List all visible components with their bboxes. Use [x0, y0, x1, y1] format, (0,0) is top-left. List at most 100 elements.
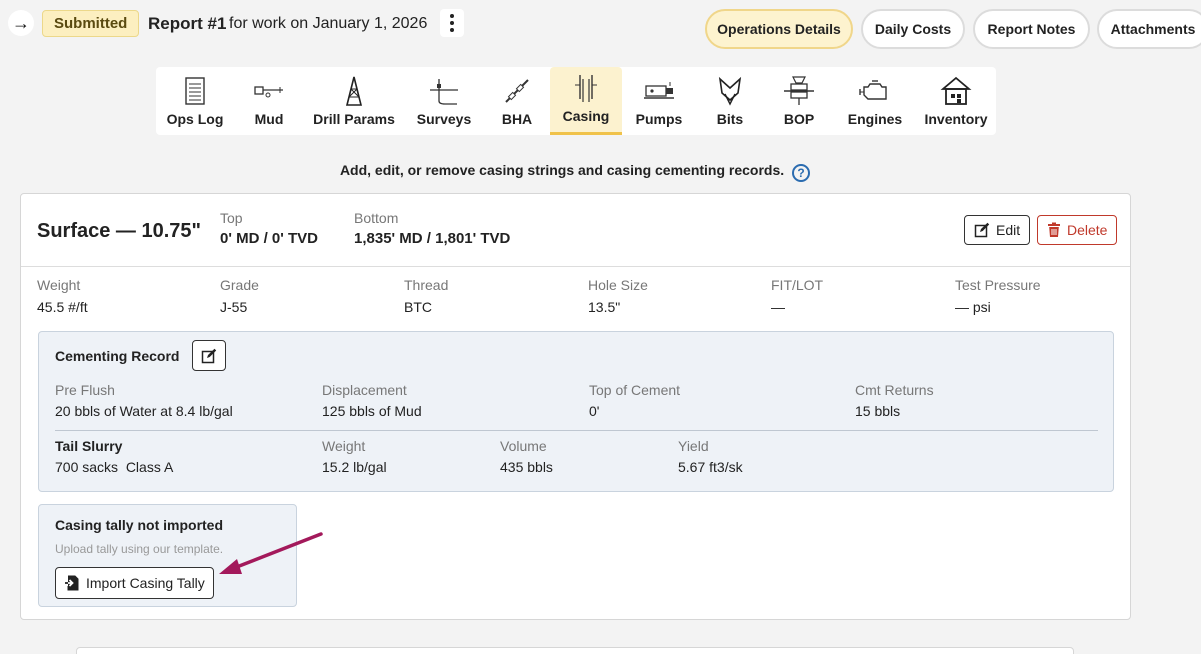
- field-label: Test Pressure: [955, 277, 1041, 293]
- field-value: 20 bbls of Water at 8.4 lb/gal: [55, 403, 233, 419]
- toolbar-item-label: BOP: [783, 111, 815, 127]
- field-label: Cmt Returns: [855, 382, 934, 398]
- toolbar-item-label: Ops Log: [166, 111, 224, 127]
- field-label: Top of Cement: [589, 382, 681, 398]
- report-title: Report #1: [148, 14, 227, 33]
- field-label: Thread: [404, 277, 449, 293]
- toolbar-item-ops-log[interactable]: Ops Log: [156, 67, 234, 135]
- toolbar-item-label: Mud: [254, 111, 284, 127]
- field-value: 0': [589, 403, 600, 419]
- tab-daily-costs[interactable]: Daily Costs: [861, 9, 965, 49]
- cementing-title: Cementing Record: [55, 348, 180, 364]
- field-value: BTC: [404, 299, 432, 315]
- toolbar-item-bop[interactable]: BOP: [764, 67, 834, 135]
- annotation-arrow-icon: [219, 532, 323, 574]
- prop-fit-lot: FIT/LOT —: [771, 277, 823, 315]
- help-icon[interactable]: ?: [792, 164, 811, 182]
- field-value: 1,835' MD / 1,801' TVD: [354, 230, 511, 247]
- tab-attachments[interactable]: Attachments: [1097, 9, 1201, 49]
- page-hint: Add, edit, or remove casing strings and …: [0, 162, 1150, 182]
- toolbar-item-label: Engines: [847, 111, 903, 127]
- prop-grade: Grade J-55: [220, 277, 259, 315]
- field-value: 13.5": [588, 299, 621, 315]
- field-value: 5.67 ft3/sk: [678, 459, 743, 475]
- bop-icon: [781, 75, 817, 107]
- toolbar-item-pumps[interactable]: Pumps: [622, 67, 696, 135]
- tail-slurry-label: Tail Slurry: [55, 438, 123, 454]
- drill-params-icon: [336, 75, 372, 107]
- toolbar-item-bha[interactable]: BHA: [484, 67, 550, 135]
- casing-card-header: Surface — 10.75" Top 0' MD / 0' TVD Bott…: [21, 194, 1130, 267]
- toolbar-item-label: Inventory: [924, 111, 988, 127]
- field-label: FIT/LOT: [771, 277, 824, 293]
- casing-icon: [568, 72, 604, 104]
- more-options-icon[interactable]: [440, 9, 464, 37]
- tab-operations-details[interactable]: Operations Details: [705, 9, 853, 49]
- next-casing-card: [76, 647, 1074, 654]
- delete-casing-button[interactable]: Delete: [1037, 215, 1118, 245]
- toolbar-item-inventory[interactable]: Inventory: [916, 67, 996, 135]
- tail-slurry: Tail Slurry 700 sacks Class A: [55, 438, 173, 475]
- inventory-icon: [938, 75, 974, 107]
- field-value: 15.2 lb/gal: [322, 459, 387, 475]
- field-value: — psi: [955, 299, 991, 315]
- import-casing-tally-button[interactable]: Import Casing Tally: [55, 567, 214, 599]
- casing-title: Surface — 10.75": [37, 220, 202, 242]
- casing-card: Surface — 10.75" Top 0' MD / 0' TVD Bott…: [20, 193, 1131, 620]
- cement-pre-flush: Pre Flush 20 bbls of Water at 8.4 lb/gal: [55, 382, 233, 419]
- field-label: Grade: [220, 277, 259, 293]
- field-value: J-55: [220, 299, 248, 315]
- edit-icon: [201, 348, 217, 363]
- tail-weight: Weight 15.2 lb/gal: [322, 438, 387, 475]
- prop-weight: Weight 45.5 #/ft: [37, 277, 88, 315]
- cementing-record: Cementing Record Pre Flush 20 bbls of Wa…: [38, 331, 1114, 492]
- prop-hole-size: Hole Size 13.5": [588, 277, 648, 315]
- field-value: 45.5 #/ft: [37, 299, 88, 315]
- toolbar-item-label: Drill Params: [313, 111, 395, 127]
- field-value: 0' MD / 0' TVD: [220, 230, 318, 247]
- top-bar: → Submitted Report #1 for work on Januar…: [0, 0, 1201, 64]
- field-label: Volume: [500, 438, 547, 454]
- field-label: Weight: [322, 438, 366, 454]
- toolbar-item-casing[interactable]: Casing: [550, 67, 622, 135]
- toolbar-item-mud[interactable]: Mud: [234, 67, 304, 135]
- toolbar-item-drill-params[interactable]: Drill Params: [304, 67, 404, 135]
- edit-cementing-button[interactable]: [192, 340, 226, 371]
- toolbar-item-label: BHA: [501, 111, 533, 127]
- field-value: 435 bbls: [500, 459, 553, 475]
- trash-icon: [1048, 222, 1060, 237]
- prop-test-pressure: Test Pressure — psi: [955, 277, 1041, 315]
- cement-returns: Cmt Returns 15 bbls: [855, 382, 934, 419]
- tail-volume: Volume 435 bbls: [500, 438, 553, 475]
- tally-note: Upload tally using our template.: [55, 542, 224, 556]
- field-value: 15 bbls: [855, 403, 901, 419]
- cement-displacement: Displacement 125 bbls of Mud: [322, 382, 422, 419]
- field-label: Displacement: [322, 382, 407, 398]
- field-label: Pre Flush: [55, 382, 115, 398]
- surveys-icon: [426, 75, 462, 107]
- casing-top: Top 0' MD / 0' TVD: [220, 210, 318, 247]
- prop-thread: Thread BTC: [404, 277, 448, 315]
- divider: [55, 430, 1098, 431]
- field-value: 125 bbls of Mud: [322, 403, 422, 419]
- edit-casing-button[interactable]: Edit: [964, 215, 1031, 245]
- mud-icon: [251, 75, 287, 107]
- field-label: Hole Size: [588, 277, 648, 293]
- edit-icon: [974, 222, 990, 238]
- field-label: Yield: [678, 438, 709, 454]
- ops-log-icon: [177, 75, 213, 107]
- casing-bottom: Bottom 1,835' MD / 1,801' TVD: [354, 210, 510, 247]
- toolbar-item-engines[interactable]: Engines: [834, 67, 916, 135]
- toolbar-item-bits[interactable]: Bits: [696, 67, 764, 135]
- bha-icon: [499, 75, 535, 107]
- back-arrow-icon[interactable]: →: [8, 10, 34, 36]
- toolbar-item-label: Surveys: [416, 111, 472, 127]
- cement-top-of-cement: Top of Cement 0': [589, 382, 680, 419]
- toolbar-item-label: Pumps: [635, 111, 683, 127]
- tab-report-notes[interactable]: Report Notes: [973, 9, 1090, 49]
- hint-text: Add, edit, or remove casing strings and …: [339, 162, 785, 178]
- field-label: Bottom: [354, 210, 399, 226]
- import-file-icon: [65, 575, 79, 591]
- toolbar-item-surveys[interactable]: Surveys: [404, 67, 484, 135]
- bits-icon: [712, 75, 748, 107]
